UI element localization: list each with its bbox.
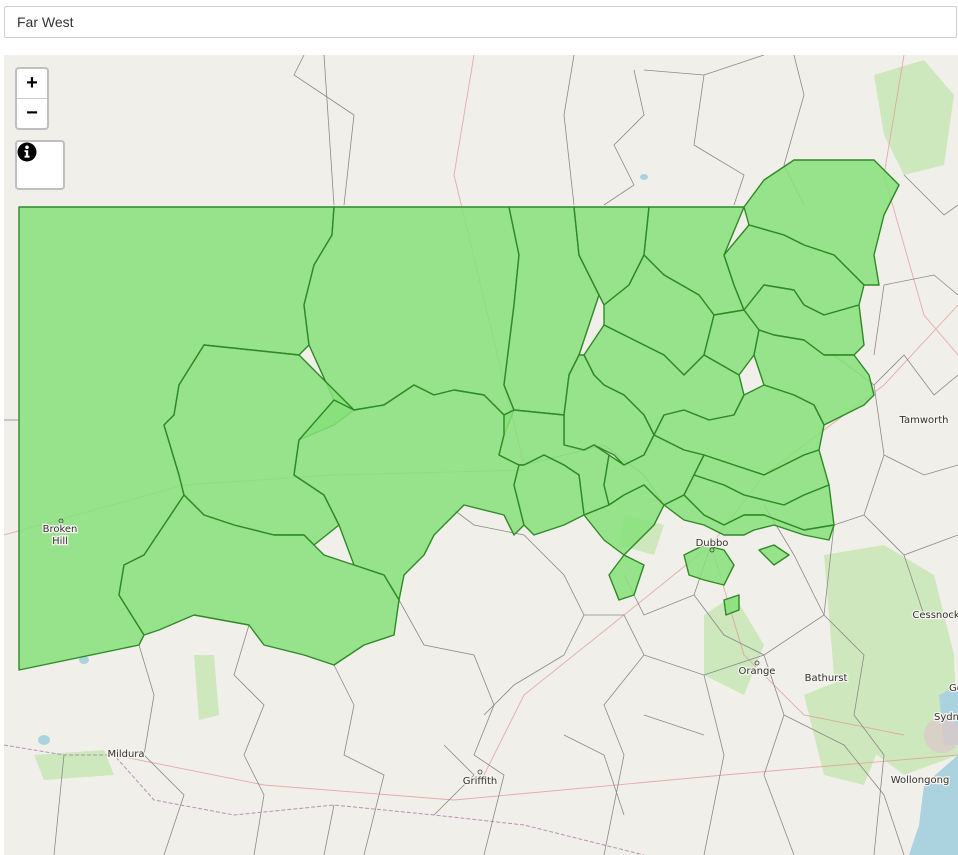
map-canvas[interactable]: Broken Hill Mildura Griffith Dubbo Orang… xyxy=(4,55,958,855)
info-circle-icon xyxy=(17,142,37,162)
label-dubbo: Dubbo xyxy=(696,538,729,549)
label-tamworth: Tamworth xyxy=(899,415,949,426)
label-wollongong: Wollongong xyxy=(891,775,950,786)
zoom-control: + − xyxy=(15,67,49,130)
label-orange: Orange xyxy=(739,666,776,677)
map[interactable]: Broken Hill Mildura Griffith Dubbo Orang… xyxy=(4,55,958,855)
label-broken-hill-2: Hill xyxy=(52,536,68,547)
label-mildura: Mildura xyxy=(107,749,144,760)
label-griffith: Griffith xyxy=(463,776,498,787)
zoom-in-button[interactable]: + xyxy=(17,69,47,98)
info-button[interactable] xyxy=(15,140,65,190)
label-bathurst: Bathurst xyxy=(805,673,848,684)
label-broken-hill-1: Broken xyxy=(43,524,78,535)
zoom-out-button[interactable]: − xyxy=(17,98,47,128)
label-sydney: Sydn xyxy=(934,712,958,723)
label-gosford: Gos xyxy=(949,683,958,694)
region-select[interactable]: Far West xyxy=(4,6,957,38)
label-cessnock: Cessnock xyxy=(912,610,958,621)
